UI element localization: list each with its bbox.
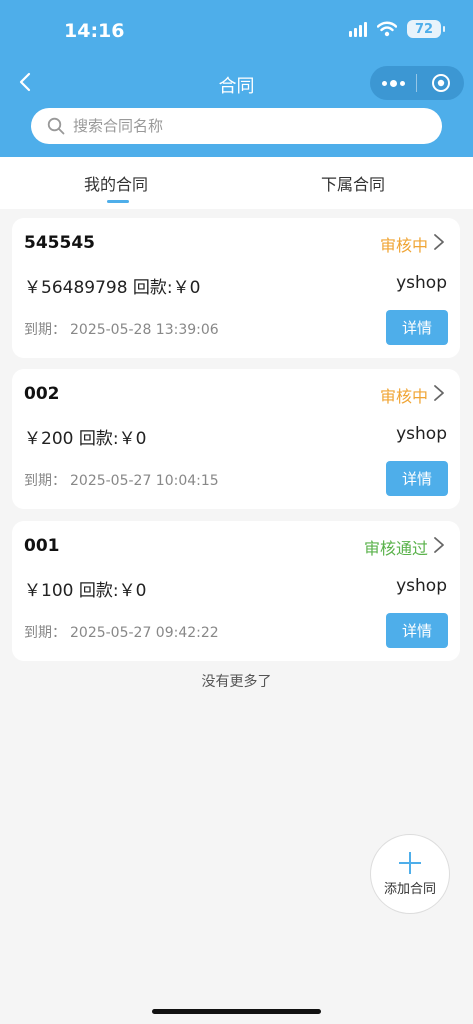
contract-due: 到期： 2025-05-28 13:39:06 [24,319,219,339]
detail-button[interactable]: 详情 [386,310,448,345]
wifi-icon [377,21,397,37]
more-dots-icon[interactable] [370,66,416,100]
chevron-right-icon[interactable] [432,383,446,403]
tab-subordinate-contracts[interactable]: 下属合同 [321,171,385,195]
status-badge: 审核中 [379,387,428,406]
plus-icon [399,851,421,874]
contract-name: 545545 [24,233,95,253]
add-contract-button[interactable]: 添加合同 [370,834,450,914]
mini-program-capsule [370,66,464,100]
contract-due: 到期： 2025-05-27 09:42:22 [24,622,219,642]
due-date: 2025-05-27 09:42:22 [70,625,219,641]
tab-bar: 我的合同 下属合同 [0,157,473,209]
contract-owner: yshop [396,576,447,596]
search-bar[interactable] [31,108,442,144]
contract-due: 到期： 2025-05-27 10:04:15 [24,470,219,490]
active-tab-indicator [107,200,129,203]
contract-owner: yshop [396,424,447,444]
chevron-right-icon[interactable] [432,535,446,555]
contract-card[interactable]: 002 审核中 ￥200 回款:￥0 yshop 到期： 2025-05-27 1… [12,369,460,509]
battery-level: 72 [414,21,434,37]
contract-amount: ￥56489798 回款:￥0 [24,278,201,298]
contract-owner: yshop [396,273,447,293]
due-label: 到期： [24,322,66,338]
due-date: 2025-05-28 13:39:06 [70,322,219,338]
add-contract-label: 添加合同 [383,881,436,897]
status-badge: 审核通过 [363,539,428,558]
signal-icon [349,21,367,37]
due-date: 2025-05-27 10:04:15 [70,473,219,489]
contract-card[interactable]: 001 审核通过 ￥100 回款:￥0 yshop 到期： 2025-05-27 … [12,521,460,661]
search-icon [47,117,65,135]
detail-button[interactable]: 详情 [386,613,448,648]
contract-name: 002 [24,384,60,404]
list-end-text: 没有更多了 [201,674,272,690]
header: 14:16 72 合同 [0,0,473,157]
chevron-right-icon[interactable] [432,232,446,252]
due-label: 到期： [24,473,66,489]
status-time: 14:16 [64,20,125,42]
detail-button[interactable]: 详情 [386,461,448,496]
contract-amount: ￥100 回款:￥0 [24,581,147,601]
status-icons: 72 [349,20,445,38]
contract-amount: ￥200 回款:￥0 [24,429,147,449]
home-indicator [152,1009,321,1014]
contract-card[interactable]: 545545 审核中 ￥56489798 回款:￥0 yshop 到期： 2025… [12,218,460,358]
close-circle-icon[interactable] [417,66,464,100]
tab-my-contracts[interactable]: 我的合同 [84,171,148,195]
due-label: 到期： [24,625,66,641]
search-input[interactable] [73,117,403,135]
status-badge: 审核中 [379,236,428,255]
battery-icon: 72 [407,20,445,38]
contract-name: 001 [24,536,60,556]
